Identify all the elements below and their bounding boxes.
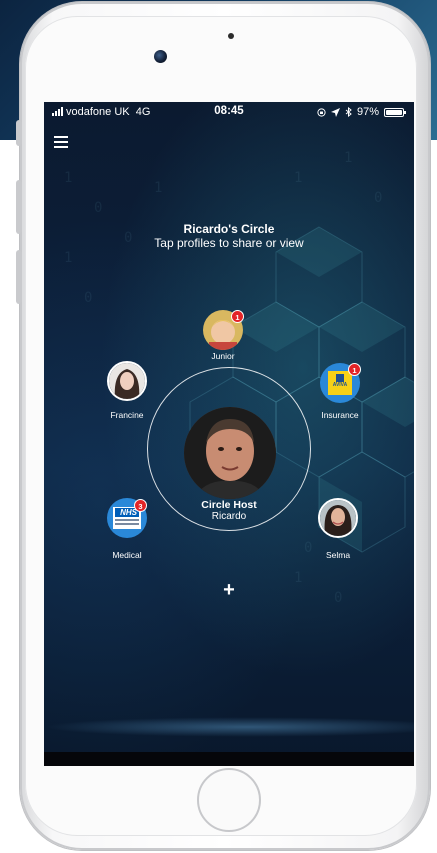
aviva-logo: AVIVA xyxy=(328,371,352,395)
member-insurance[interactable]: AVIVA 1 xyxy=(320,363,361,403)
selma-avatar xyxy=(318,498,358,538)
home-button[interactable] xyxy=(197,768,261,832)
status-icons: 97% xyxy=(317,106,406,118)
francine-avatar xyxy=(107,361,147,401)
host-name: Ricardo xyxy=(211,511,247,522)
member-label-selma: Selma xyxy=(325,550,351,560)
svg-text:1: 1 xyxy=(64,250,72,266)
member-label-insurance: Insurance xyxy=(321,410,359,420)
host-avatar[interactable] xyxy=(184,407,276,499)
svg-text:0: 0 xyxy=(94,200,102,216)
insurance-notification-badge: 1 xyxy=(348,363,361,376)
svg-text:1: 1 xyxy=(154,180,162,196)
junior-notification-badge: 1 xyxy=(231,310,244,323)
member-label-junior: Junior xyxy=(211,351,235,361)
volume-up-button xyxy=(16,180,22,234)
member-medical[interactable]: NHS 3 xyxy=(107,498,147,538)
volume-down-button xyxy=(16,250,22,304)
svg-text:1: 1 xyxy=(294,170,302,186)
member-label-medical: Medical xyxy=(112,550,142,560)
member-label-francine: Francine xyxy=(110,410,144,420)
member-junior[interactable]: 1 xyxy=(203,310,244,350)
battery-icon xyxy=(384,107,406,117)
host-portrait xyxy=(184,407,276,499)
member-francine[interactable] xyxy=(107,361,147,401)
app-screen: 101 010 101 010 vodafone UK 4G 08:45 97%… xyxy=(44,102,414,766)
battery-percent: 97% xyxy=(356,106,379,118)
status-bar: vodafone UK 4G 08:45 97% xyxy=(44,102,414,122)
svg-text:0: 0 xyxy=(374,190,382,206)
member-selma[interactable] xyxy=(318,498,358,538)
bottom-bar xyxy=(44,752,414,766)
front-camera xyxy=(154,50,167,63)
medical-notification-badge: 3 xyxy=(134,499,147,512)
bottom-glow xyxy=(44,717,414,737)
svg-text:0: 0 xyxy=(334,590,342,606)
mute-switch xyxy=(16,120,22,146)
svg-text:0: 0 xyxy=(84,290,92,306)
circle-subtitle: Tap profiles to share or view xyxy=(154,236,304,250)
svg-text:1: 1 xyxy=(294,570,302,586)
svg-text:1: 1 xyxy=(344,150,352,166)
earpiece-speaker xyxy=(228,33,234,39)
hamburger-menu-icon[interactable] xyxy=(54,136,68,148)
bluetooth-icon xyxy=(345,107,352,117)
lock-rotation-icon xyxy=(317,107,326,117)
location-icon xyxy=(330,107,340,117)
host-label: Circle Host xyxy=(201,499,257,511)
add-member-button[interactable]: + xyxy=(219,580,239,600)
circle-title: Ricardo's Circle xyxy=(183,222,275,236)
svg-text:1: 1 xyxy=(64,170,72,186)
